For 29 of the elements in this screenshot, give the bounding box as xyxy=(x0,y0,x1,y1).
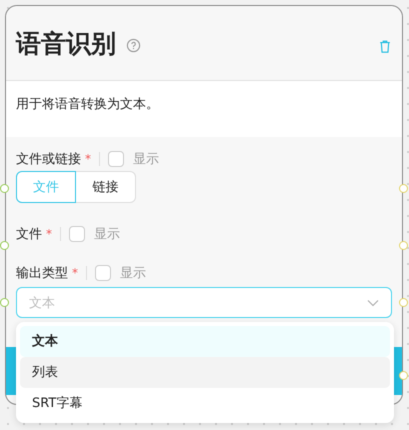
input-port[interactable] xyxy=(0,298,9,307)
field-label: 文件或链接 xyxy=(16,151,81,168)
checkbox-label: 显示 xyxy=(94,226,120,243)
output-port[interactable] xyxy=(399,241,408,250)
select-placeholder: 文本 xyxy=(29,294,56,312)
required-mark: * xyxy=(85,152,91,166)
segment-button[interactable]: 链接 xyxy=(76,171,136,203)
field-label: 输出类型 xyxy=(16,265,68,282)
menu-item[interactable]: 文本 xyxy=(20,326,390,357)
input-port[interactable] xyxy=(0,241,9,250)
menu-item[interactable]: SRT字幕 xyxy=(20,388,390,419)
checkbox[interactable] xyxy=(69,226,85,242)
checkbox-label: 显示 xyxy=(133,151,159,168)
chevron-down-icon xyxy=(367,298,379,306)
checkbox[interactable] xyxy=(108,151,124,167)
output-port[interactable] xyxy=(399,184,408,193)
checkbox-label: 显示 xyxy=(120,265,146,282)
menu-item[interactable]: 列表 xyxy=(20,357,390,388)
required-mark: * xyxy=(72,266,78,280)
field-label: 文件 xyxy=(16,226,42,243)
delete-icon[interactable] xyxy=(378,38,392,54)
checkbox[interactable] xyxy=(95,265,111,281)
output-port[interactable] xyxy=(399,371,408,380)
node-title: 语音识别 xyxy=(16,28,116,60)
required-mark: * xyxy=(46,227,52,241)
input-port[interactable] xyxy=(0,184,9,193)
node-description: 用于将语音转换为文本。 xyxy=(6,81,402,137)
output-port[interactable] xyxy=(399,298,408,307)
help-icon[interactable] xyxy=(126,38,141,52)
